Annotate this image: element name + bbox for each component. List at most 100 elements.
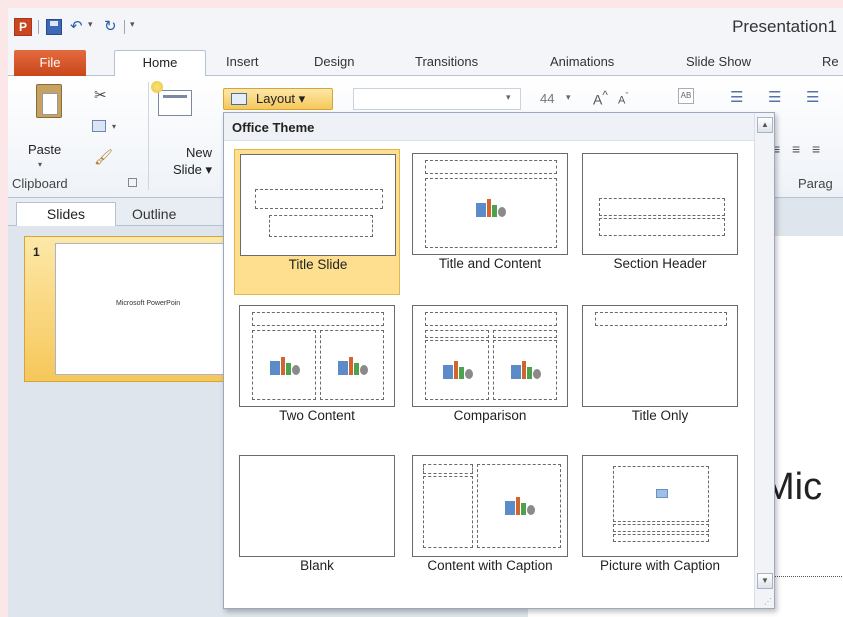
font-size-value[interactable]: 44 [540, 91, 554, 106]
bullets-icon[interactable]: ☰ [730, 88, 743, 106]
title-placeholder [425, 312, 557, 326]
content-icons [270, 355, 300, 377]
resize-grip-icon[interactable]: ⋰ [764, 597, 772, 606]
list-level-icon[interactable]: ☰ [806, 88, 819, 106]
subtitle-placeholder [269, 215, 373, 237]
title-placeholder [425, 160, 557, 174]
left-content-placeholder [425, 340, 489, 400]
layout-gallery: Office Theme ▲ ▼ ⋰ Title Slide Title and… [223, 112, 775, 609]
copy-dropdown-icon[interactable]: ▾ [112, 122, 116, 131]
tab-transitions[interactable]: Transitions [415, 54, 478, 69]
tab-slides[interactable]: Slides [16, 202, 116, 226]
title-bar: P ↶ ▾ ↻ ▾ Presentation1 [8, 8, 843, 46]
app-window: P ↶ ▾ ↻ ▾ Presentation1 File Home Insert… [8, 8, 843, 617]
layout-content-with-caption[interactable]: Content with Caption [407, 451, 573, 597]
left-heading-placeholder [425, 330, 489, 338]
numbering-icon[interactable]: ☰ [768, 88, 781, 106]
layout-thumbnail [240, 154, 396, 256]
grow-font-icon[interactable]: A^ [593, 89, 608, 108]
left-content-placeholder [252, 330, 316, 400]
title-placeholder [255, 189, 383, 209]
justify-icon[interactable]: ≡ [812, 141, 820, 157]
picture-icon [656, 489, 668, 498]
layout-section-header[interactable]: Section Header [577, 149, 743, 295]
format-painter-icon[interactable]: 🖌 [94, 148, 113, 166]
font-name-combobox[interactable] [353, 88, 521, 110]
layout-thumbnail [582, 153, 738, 255]
title-placeholder [252, 312, 384, 326]
tab-file[interactable]: File [14, 50, 86, 76]
new-slide-button[interactable]: New Slide ▾ [173, 144, 212, 178]
caption-text-placeholder [613, 534, 709, 542]
align-right-icon[interactable]: ≡ [792, 141, 800, 157]
customize-qat-icon[interactable]: ▾ [130, 19, 135, 30]
content-icons [443, 359, 473, 381]
tab-slide-show[interactable]: Slide Show [686, 54, 751, 69]
cut-icon[interactable]: ✂ [94, 86, 107, 104]
clear-formatting-icon[interactable]: AB [678, 88, 694, 104]
paste-icon[interactable] [36, 84, 62, 118]
layout-label: Title and Content [438, 256, 542, 271]
layout-thumbnail [239, 305, 395, 407]
layout-thumbnail [412, 455, 568, 557]
layout-label: Content with Caption [427, 558, 553, 573]
layout-title-only[interactable]: Title Only [577, 301, 743, 447]
layout-title-slide[interactable]: Title Slide [234, 149, 400, 295]
repeat-icon[interactable]: ↻ [104, 18, 117, 36]
text-placeholder [599, 218, 725, 236]
subtitle-placeholder-border [768, 576, 843, 577]
layout-label: Blank [300, 558, 334, 573]
tab-home[interactable]: Home [114, 50, 206, 77]
new-slide-label: New [186, 145, 213, 160]
slide-number: 1 [33, 245, 40, 259]
layout-thumbnail [239, 455, 395, 557]
layout-thumbnail [582, 305, 738, 407]
title-placeholder [595, 312, 727, 326]
layout-icon [231, 93, 247, 105]
layout-comparison[interactable]: Comparison [407, 301, 573, 447]
content-placeholder [425, 178, 557, 248]
paragraph-group-label: Parag [798, 176, 833, 191]
tab-outline[interactable]: Outline [132, 206, 176, 222]
content-placeholder [477, 464, 561, 548]
layout-button[interactable]: Layout ▾ [223, 88, 333, 110]
ribbon-tabs: File Home Insert Design Transitions Anim… [8, 46, 843, 77]
caption-text-placeholder [423, 476, 473, 548]
paste-button[interactable]: Paste [28, 142, 61, 157]
right-content-placeholder [493, 340, 557, 400]
new-slide-icon[interactable] [151, 81, 192, 116]
powerpoint-app-icon[interactable]: P [14, 18, 32, 36]
tab-animations[interactable]: Animations [550, 54, 614, 69]
tab-design[interactable]: Design [314, 54, 354, 69]
group-divider [148, 82, 149, 190]
tab-insert[interactable]: Insert [226, 54, 259, 69]
font-dropdown-icon[interactable]: ▾ [506, 92, 511, 103]
qat-separator [124, 20, 125, 34]
scroll-up-button[interactable]: ▲ [757, 117, 773, 133]
content-icons [505, 495, 535, 517]
thumbnail-text: Microsoft PowerPoin [116, 300, 181, 307]
shrink-font-icon[interactable]: Aˇ [618, 91, 628, 107]
layout-label: Title Only [631, 408, 689, 423]
paste-dropdown-icon[interactable]: ▾ [38, 160, 42, 169]
gallery-scrollbar[interactable]: ▲ ▼ ⋰ [754, 113, 774, 608]
font-size-dropdown-icon[interactable]: ▾ [566, 92, 571, 103]
layout-label: Section Header [613, 256, 707, 271]
right-content-placeholder [320, 330, 384, 400]
layout-label: Title Slide [288, 257, 348, 272]
clipboard-launcher-icon[interactable] [128, 178, 137, 187]
save-icon[interactable] [46, 19, 62, 35]
copy-icon[interactable] [92, 120, 106, 132]
layout-label: Two Content [279, 408, 355, 423]
undo-dropdown-icon[interactable]: ▾ [88, 19, 93, 30]
tab-review[interactable]: Re [822, 54, 839, 69]
layout-picture-with-caption[interactable]: Picture with Caption [577, 451, 743, 597]
layout-title-and-content[interactable]: Title and Content [407, 149, 573, 295]
undo-icon[interactable]: ↶ [70, 18, 83, 36]
title-placeholder [599, 198, 725, 216]
layout-label: Comparison [453, 408, 527, 423]
layout-blank[interactable]: Blank [234, 451, 400, 597]
scroll-down-button[interactable]: ▼ [757, 573, 773, 589]
layout-two-content[interactable]: Two Content [234, 301, 400, 447]
content-icons [476, 197, 506, 219]
